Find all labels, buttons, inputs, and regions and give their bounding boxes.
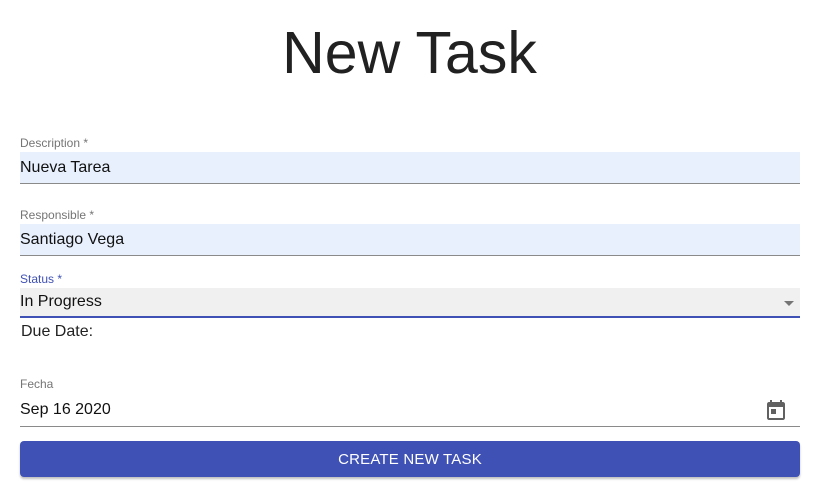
status-value: In Progress bbox=[20, 293, 102, 310]
status-field: Status * In Progress bbox=[20, 272, 800, 318]
responsible-field: Responsible * Santiago Vega bbox=[20, 208, 800, 256]
fecha-field: Fecha Sep 16 2020 bbox=[20, 377, 800, 427]
description-label: Description * bbox=[20, 136, 89, 150]
dropdown-arrow-icon bbox=[784, 300, 794, 306]
due-date-label: Due Date: bbox=[21, 323, 94, 340]
description-field: Description * Nueva Tarea bbox=[20, 136, 800, 184]
fecha-label: Fecha bbox=[20, 377, 54, 391]
fecha-value: Sep 16 2020 bbox=[20, 400, 111, 418]
description-input[interactable]: Nueva Tarea bbox=[20, 152, 800, 184]
new-task-page: New Task Description * Nueva Tarea Respo… bbox=[0, 0, 819, 485]
create-new-task-button[interactable]: CREATE NEW TASK bbox=[20, 441, 800, 477]
status-label: Status * bbox=[20, 272, 63, 286]
page-title: New Task bbox=[282, 20, 537, 86]
responsible-label: Responsible * bbox=[20, 208, 95, 222]
responsible-value: Santiago Vega bbox=[20, 230, 125, 248]
calendar-icon[interactable] bbox=[764, 398, 788, 422]
responsible-input[interactable]: Santiago Vega bbox=[20, 224, 800, 256]
status-select[interactable]: In Progress bbox=[20, 288, 800, 318]
description-value: Nueva Tarea bbox=[20, 158, 111, 176]
fecha-input[interactable]: Sep 16 2020 bbox=[20, 393, 800, 427]
